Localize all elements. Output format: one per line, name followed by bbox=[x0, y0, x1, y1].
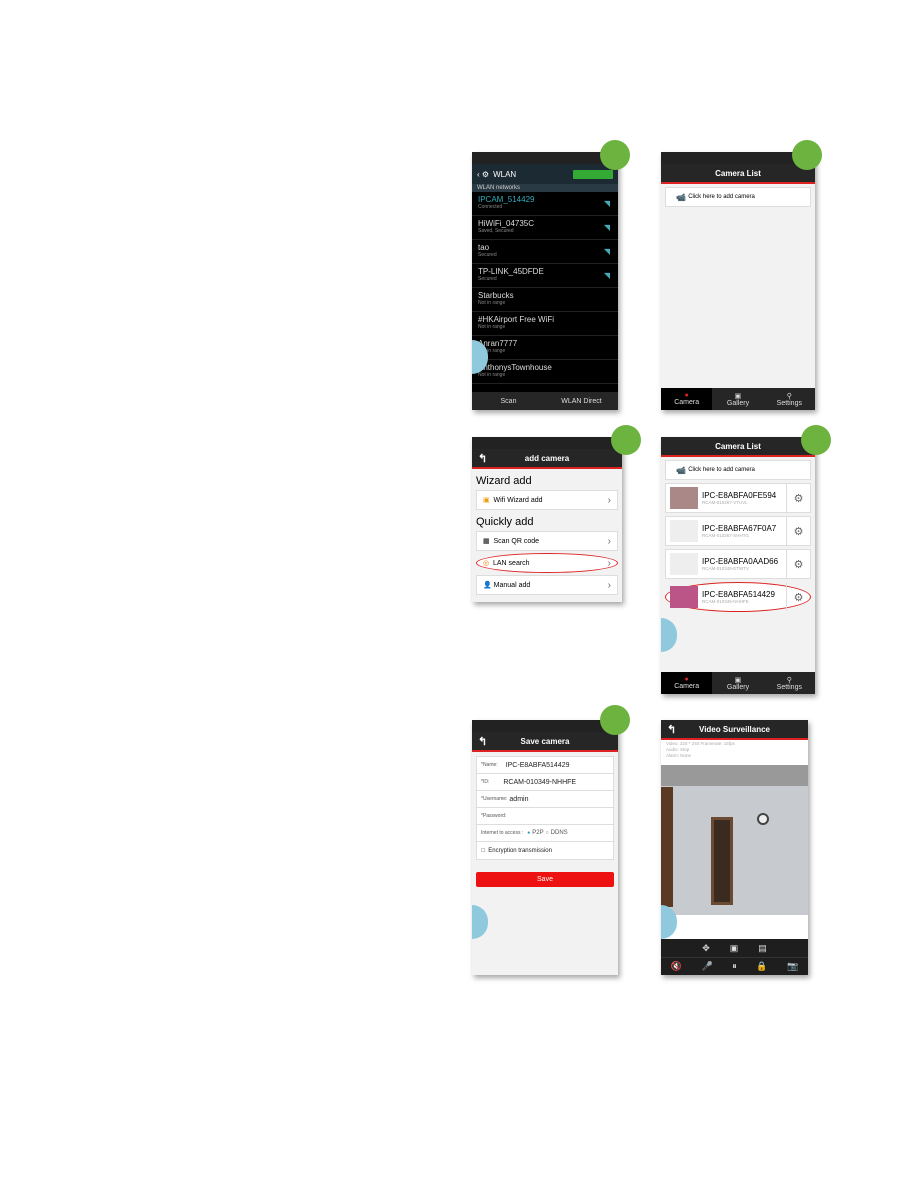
password-field[interactable]: *Password: bbox=[477, 808, 613, 825]
step-badge bbox=[600, 140, 630, 170]
wlan-toggle[interactable] bbox=[573, 169, 613, 179]
mute-icon[interactable]: 🔇 bbox=[671, 961, 682, 972]
quick-heading: Quickly add bbox=[476, 516, 534, 528]
ptz-icon[interactable]: ✥ bbox=[702, 943, 710, 954]
wifi-signal-icon: ◥ bbox=[603, 247, 610, 256]
wlan-header: ‹ ⚙ WLAN bbox=[472, 164, 618, 184]
gear-icon[interactable]: ⚙ bbox=[786, 517, 810, 545]
wifi-network-item[interactable]: #HKAirport Free WiFi Not in range bbox=[472, 312, 618, 336]
save-camera-screen: ↰ Save camera *Name: IPC-E8ABFA514429 *ID:… bbox=[472, 720, 618, 975]
tab-settings[interactable]: ⚲ Settings bbox=[764, 672, 815, 694]
camera-icon: 📹 bbox=[676, 192, 689, 202]
wifi-network-item[interactable]: Anran7777 Not in range bbox=[472, 336, 618, 360]
screen-title: Camera List bbox=[715, 168, 761, 178]
wifi-network-item[interactable]: HiWiFi_04735C Saved, Secured ◥ bbox=[472, 216, 618, 240]
id-field[interactable]: *ID: RCAM-010349-NHHFE bbox=[477, 774, 613, 791]
wlan-direct-button[interactable]: WLAN Direct bbox=[545, 392, 618, 410]
back-icon[interactable]: ↰ bbox=[478, 452, 487, 465]
image-icon[interactable]: ▣ bbox=[730, 943, 739, 954]
wifi-signal-icon: ◥ bbox=[603, 223, 610, 232]
status-bar bbox=[472, 152, 618, 164]
status-bar bbox=[472, 720, 618, 732]
scan-button[interactable]: Scan bbox=[472, 392, 545, 410]
manual-add-item[interactable]: 👤 Manual add › bbox=[476, 575, 618, 595]
wlan-screen: ‹ ⚙ WLAN WLAN networks IPCAM_514429 Conne… bbox=[472, 152, 618, 410]
camera-thumbnail bbox=[670, 553, 698, 575]
snapshot-icon[interactable]: 📷 bbox=[787, 961, 798, 972]
camera-list-empty-screen: Camera List 📹 Click here to add camera ●… bbox=[661, 152, 815, 410]
wlan-title: WLAN bbox=[493, 169, 517, 179]
wifi-signal-icon: ◥ bbox=[603, 199, 610, 208]
mic-icon[interactable]: 🎤 bbox=[701, 961, 712, 972]
lock-icon[interactable]: 🔒 bbox=[756, 961, 767, 972]
wifi-network-item[interactable]: Starbucks Not in range bbox=[472, 288, 618, 312]
wifi-network-item[interactable]: tao Secured ◥ bbox=[472, 240, 618, 264]
wifi-network-item[interactable]: IPCAM_514429 Connected ◥ bbox=[472, 192, 618, 216]
section-label: WLAN networks bbox=[472, 184, 618, 192]
camera-list-item[interactable]: IPC-E8ABFA0FE594 RCAM-010267-VTUVL ⚙ bbox=[665, 483, 811, 513]
camera-thumbnail bbox=[670, 487, 698, 509]
record-icon[interactable]: ▤ bbox=[758, 943, 767, 954]
tab-gallery[interactable]: ▣ Gallery bbox=[712, 388, 763, 410]
tab-gallery[interactable]: ▣ Gallery bbox=[712, 672, 763, 694]
camera-list-screen: Camera List 📹 Click here to add camera I… bbox=[661, 437, 815, 694]
gear-icon[interactable]: ⚙ bbox=[786, 550, 810, 578]
camera-thumbnail bbox=[670, 586, 698, 608]
status-bar bbox=[472, 437, 622, 449]
add-camera-screen: ↰ add camera Wizard add ▣ Wifi Wizard add… bbox=[472, 437, 622, 602]
tab-camera[interactable]: ● Camera bbox=[661, 388, 713, 410]
username-field[interactable]: *Username: admin bbox=[477, 791, 613, 808]
wifi-network-item[interactable]: AnthonysTownhouse Not in range bbox=[472, 360, 618, 384]
gear-icon[interactable]: ⚙ bbox=[786, 583, 810, 611]
tab-settings[interactable]: ⚲ Settings bbox=[764, 388, 815, 410]
scan-qr-item[interactable]: ▦ Scan QR code › bbox=[476, 531, 618, 551]
camera-list-item[interactable]: IPC-E8ABFA0AAD66 RCAM-010345-ETWTV ⚙ bbox=[665, 549, 811, 579]
video-feed[interactable] bbox=[661, 765, 808, 915]
gear-icon[interactable]: ⚙ bbox=[786, 484, 810, 512]
wifi-signal-icon: ◥ bbox=[603, 271, 610, 280]
step-badge bbox=[611, 425, 641, 455]
add-camera-button[interactable]: 📹 Click here to add camera bbox=[665, 187, 811, 207]
video-surveillance-screen: ↰ Video Surveillance Video: 320 * 240 Fra… bbox=[661, 720, 808, 975]
step-badge bbox=[801, 425, 831, 455]
camera-thumbnail bbox=[670, 520, 698, 542]
camera-form: *Name: IPC-E8ABFA514429 *ID: RCAM-010349-N… bbox=[476, 756, 614, 860]
name-field[interactable]: *Name: IPC-E8ABFA514429 bbox=[477, 757, 613, 774]
wifi-wizard-item[interactable]: ▣ Wifi Wizard add › bbox=[476, 490, 618, 510]
camera-list-item[interactable]: IPC-E8ABFA514429 RCAM-010349-NHHFE ⚙ bbox=[665, 582, 811, 612]
back-icon[interactable]: ↰ bbox=[478, 735, 487, 748]
step-badge bbox=[792, 140, 822, 170]
pause-icon[interactable]: ⏸ bbox=[732, 961, 737, 972]
tab-camera[interactable]: ● Camera bbox=[661, 672, 713, 694]
step-badge bbox=[600, 705, 630, 735]
camera-list-item[interactable]: IPC-E8ABFA67F0A7 RCAM-010267-SHHTG ⚙ bbox=[665, 516, 811, 546]
save-button[interactable]: Save bbox=[476, 872, 614, 887]
p2p-radio[interactable]: ● bbox=[527, 830, 530, 836]
wizard-heading: Wizard add bbox=[476, 475, 532, 487]
back-icon[interactable]: ↰ bbox=[667, 723, 676, 736]
wifi-network-item[interactable]: TP-LINK_45DFDE Secured ◥ bbox=[472, 264, 618, 288]
ddns-radio[interactable]: ○ bbox=[546, 830, 549, 836]
lan-search-item[interactable]: ◎ LAN search › bbox=[476, 553, 618, 573]
add-camera-button[interactable]: 📹 Click here to add camera bbox=[665, 460, 811, 480]
encryption-checkbox[interactable]: ☐ bbox=[481, 848, 488, 854]
